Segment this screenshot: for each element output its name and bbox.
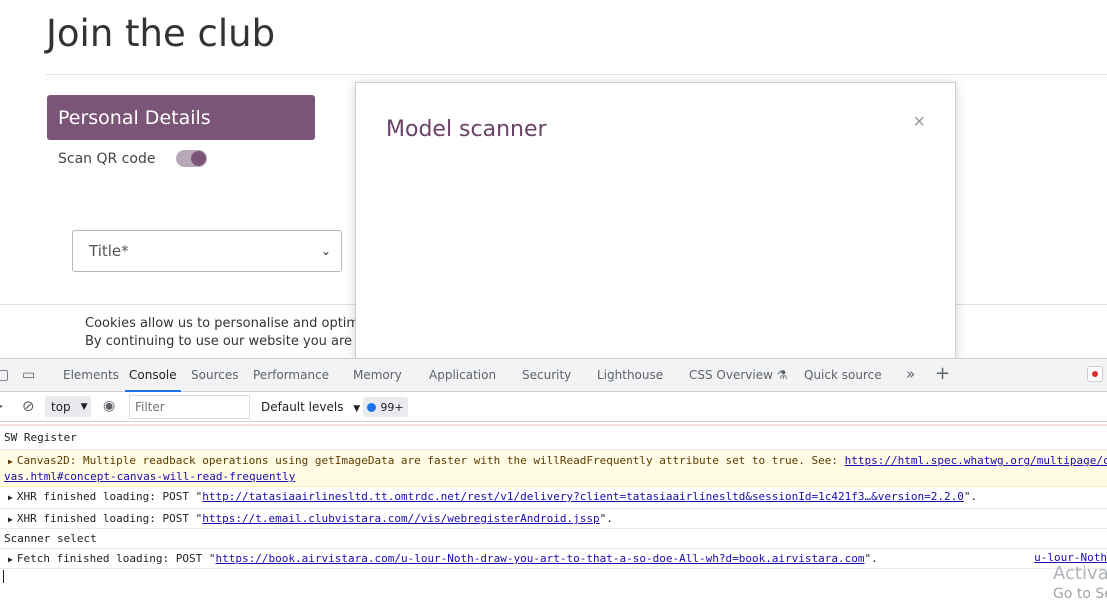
eye-icon[interactable]: ◉ bbox=[103, 398, 115, 414]
context-selector[interactable]: top ▼ bbox=[45, 396, 91, 417]
tab-security[interactable]: Security bbox=[522, 368, 571, 382]
personal-details-label: Personal Details bbox=[58, 106, 211, 129]
toggle-knob bbox=[191, 151, 207, 166]
tab-console[interactable]: Console bbox=[125, 368, 181, 392]
tab-memory[interactable]: Memory bbox=[353, 368, 402, 382]
watermark-line-1: Activa bbox=[1053, 563, 1107, 584]
console-text: Fetch finished loading: POST " bbox=[16, 552, 216, 565]
console-text: XHR finished loading: POST " bbox=[16, 490, 203, 503]
inspect-element-icon[interactable]: ▢ bbox=[0, 367, 9, 383]
expand-triangle-icon[interactable]: ▶ bbox=[8, 454, 13, 469]
console-message: ▶ Fetch finished loading: POST "https://b… bbox=[0, 549, 1107, 569]
console-text: Scanner select bbox=[4, 532, 97, 545]
levels-label: Default levels bbox=[261, 400, 344, 414]
tab-quick-source[interactable]: Quick source bbox=[804, 368, 882, 382]
tab-css-overview[interactable]: CSS Overview ⚗ bbox=[689, 368, 788, 382]
console-message: ▶ XHR finished loading: POST "https://t.e… bbox=[0, 509, 1107, 529]
sidebar-toggle-icon[interactable]: ▸ bbox=[0, 398, 3, 414]
message-icon bbox=[367, 402, 377, 412]
cookie-line-1: Cookies allow us to personalise and opti… bbox=[85, 316, 378, 331]
flask-icon: ⚗ bbox=[776, 368, 788, 382]
modal-title: Model scanner bbox=[386, 117, 547, 142]
console-separator bbox=[0, 424, 1107, 426]
clear-console-icon[interactable]: ⊘ bbox=[22, 397, 35, 415]
title-select[interactable]: Title* ⌄ bbox=[72, 230, 342, 272]
console-message: Scanner select bbox=[0, 529, 1107, 549]
tab-sources[interactable]: Sources bbox=[191, 368, 238, 382]
title-divider bbox=[46, 74, 1107, 75]
console-message: ▶ XHR finished loading: POST "http://tata… bbox=[0, 487, 1107, 509]
expand-triangle-icon[interactable]: ▶ bbox=[8, 493, 13, 502]
more-tabs-icon[interactable]: » bbox=[906, 365, 915, 383]
console-link[interactable]: vas.html#concept-canvas-will-read-freque… bbox=[4, 470, 295, 483]
scan-qr-label: Scan QR code bbox=[58, 150, 156, 167]
console-link[interactable]: https://book.airvistara.com/u-lour-Noth-… bbox=[216, 552, 865, 565]
console-warning: ▶ Canvas2D: Multiple readback operations … bbox=[0, 450, 1107, 487]
context-value: top bbox=[51, 399, 71, 414]
console-link[interactable]: https://html.spec.whatwg.org/multipage/c bbox=[845, 454, 1107, 467]
devtools-panel: ▢ ▭ Elements Console Sources Performance… bbox=[0, 358, 1107, 603]
log-levels-dropdown[interactable]: Default levels ▼ bbox=[261, 400, 360, 414]
tab-css-overview-label: CSS Overview bbox=[689, 368, 773, 382]
error-indicator-icon[interactable] bbox=[1087, 366, 1103, 382]
watermark-line-2: Go to Se bbox=[1053, 586, 1107, 602]
scan-qr-row: Scan QR code bbox=[58, 150, 208, 167]
console-message: SW Register bbox=[0, 431, 1107, 450]
caret-down-icon: ▼ bbox=[80, 401, 88, 412]
console-text: XHR finished loading: POST " bbox=[16, 512, 203, 525]
console-text: SW Register bbox=[4, 431, 77, 444]
tab-application[interactable]: Application bbox=[429, 368, 496, 382]
console-link[interactable]: https://t.email.clubvistara.com//vis/web… bbox=[202, 512, 599, 525]
console-text: ". bbox=[864, 552, 878, 565]
caret-down-icon: ▼ bbox=[353, 404, 361, 414]
expand-triangle-icon[interactable]: ▶ bbox=[8, 555, 13, 564]
console-link[interactable]: http://tatasiaairlinesltd.tt.omtrdc.net/… bbox=[202, 490, 964, 503]
tab-lighthouse[interactable]: Lighthouse bbox=[597, 368, 663, 382]
expand-triangle-icon[interactable]: ▶ bbox=[8, 515, 13, 524]
cookie-line-2: By continuing to use our website you are… bbox=[85, 334, 378, 349]
tab-elements[interactable]: Elements bbox=[63, 368, 119, 382]
chevron-down-icon: ⌄ bbox=[320, 244, 331, 258]
console-text: ". bbox=[963, 490, 978, 503]
close-icon[interactable]: × bbox=[913, 111, 925, 134]
cookie-text: Cookies allow us to personalise and opti… bbox=[85, 315, 378, 351]
console-toolbar: ▸ ⊘ top ▼ ◉ Default levels ▼ 99+ bbox=[0, 392, 1107, 422]
device-toolbar-icon[interactable]: ▭ bbox=[22, 367, 35, 383]
page-title: Join the club bbox=[46, 12, 276, 55]
add-tab-icon[interactable]: + bbox=[935, 363, 950, 384]
activation-watermark: Activa Go to Se bbox=[1053, 563, 1107, 602]
console-text: Canvas2D: Multiple readback operations u… bbox=[16, 454, 845, 467]
model-scanner-modal: Model scanner × bbox=[355, 82, 956, 374]
console-text: ". bbox=[599, 512, 613, 525]
tab-performance[interactable]: Performance bbox=[253, 368, 329, 382]
console-filter-input[interactable] bbox=[129, 395, 250, 419]
devtools-tab-bar: ▢ ▭ Elements Console Sources Performance… bbox=[0, 358, 1107, 392]
scan-qr-toggle[interactable] bbox=[176, 150, 208, 167]
message-count: 99+ bbox=[380, 400, 404, 414]
console-prompt-caret[interactable] bbox=[3, 570, 4, 583]
title-select-value: Title* bbox=[89, 242, 129, 260]
message-count-badge[interactable]: 99+ bbox=[363, 397, 408, 417]
personal-details-header[interactable]: Personal Details bbox=[47, 95, 315, 140]
